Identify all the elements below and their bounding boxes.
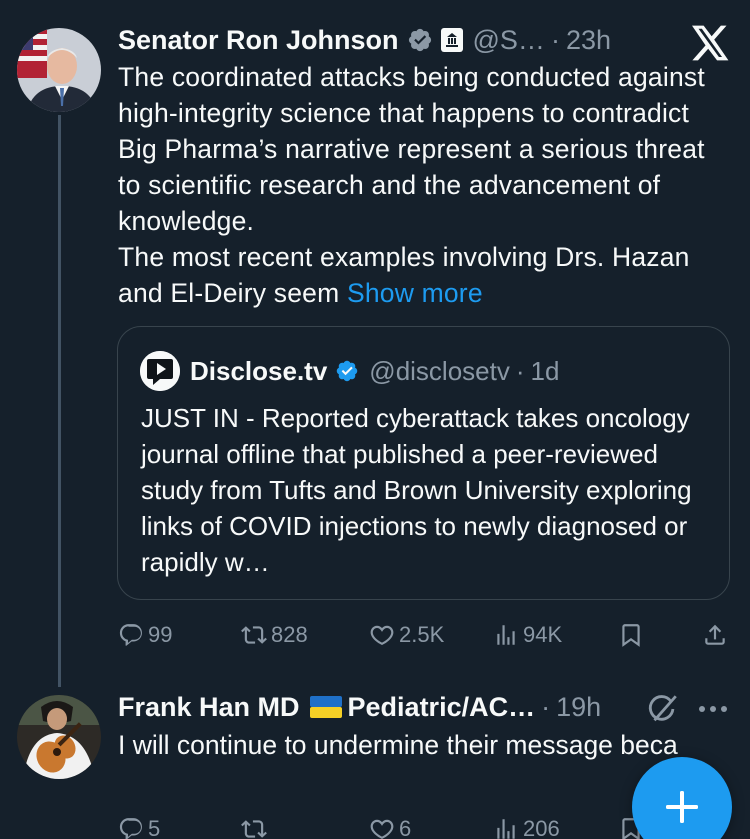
compose-plus-icon: [666, 791, 698, 823]
reply-button[interactable]: 99: [118, 615, 172, 655]
views-icon: [497, 625, 515, 645]
repost-icon: [241, 626, 267, 644]
quoted-post-timestamp[interactable]: 1d: [531, 356, 560, 387]
time-separator: ·: [541, 691, 551, 722]
reply-icon: [119, 818, 142, 839]
x-logo-icon[interactable]: [692, 25, 730, 61]
views-button[interactable]: 206: [493, 809, 560, 839]
quoted-post-text: JUST IN - Reported cyberattack takes onc…: [141, 403, 692, 577]
verified-badge-icon: [337, 360, 358, 382]
views-count: 94K: [523, 622, 563, 647]
share-button[interactable]: [702, 615, 732, 655]
post-body: The coordinated attacks being conducted …: [118, 59, 728, 311]
post-header: Senator Ron Johnson @S… · 23h: [118, 20, 611, 60]
reply-header: Frank Han MD Pediatric/AC… · 19h: [118, 687, 601, 727]
reply-timestamp[interactable]: 19h: [556, 692, 601, 723]
reply-author-name[interactable]: Frank Han MD: [118, 692, 300, 723]
bookmark-icon: [622, 624, 640, 647]
like-button[interactable]: 2.5K: [369, 615, 444, 655]
like-icon: [370, 819, 394, 839]
reply-count: 5: [148, 816, 161, 839]
views-button[interactable]: 94K: [493, 615, 562, 655]
author-avatar[interactable]: [17, 28, 101, 112]
like-button[interactable]: 6: [369, 809, 411, 839]
like-icon: [370, 625, 394, 645]
government-badge-icon: [440, 28, 463, 52]
time-separator: ·: [550, 24, 560, 55]
bookmark-button[interactable]: [618, 615, 648, 655]
show-more-link[interactable]: Show more: [347, 278, 483, 308]
quoted-author-handle[interactable]: @disclosetv: [369, 356, 510, 387]
compose-button[interactable]: [632, 757, 732, 839]
verified-badge-icon: [408, 28, 431, 52]
post-timestamp[interactable]: 23h: [566, 25, 611, 56]
time-separator: ·: [515, 355, 525, 386]
reply-author-avatar[interactable]: [17, 695, 101, 779]
repost-icon: [241, 820, 267, 838]
views-count: 206: [523, 816, 560, 839]
ukraine-flag-icon: [309, 696, 342, 718]
like-count: 2.5K: [399, 622, 445, 647]
quoted-author-name[interactable]: Disclose.tv: [190, 356, 327, 387]
like-count: 6: [399, 816, 412, 839]
share-icon: [705, 624, 725, 645]
reply-count: 99: [148, 622, 173, 647]
post-text-paragraph-2: The most recent examples involving Drs. …: [118, 239, 728, 311]
grok-icon[interactable]: [646, 692, 680, 726]
author-handle[interactable]: @S…: [473, 25, 545, 56]
reply-icon: [119, 624, 142, 646]
quoted-post-card[interactable]: Disclose.tv @disclosetv · 1d JUST IN - R…: [117, 326, 730, 600]
repost-button[interactable]: 828: [241, 615, 308, 655]
reply-button[interactable]: 5: [118, 809, 160, 839]
timeline-screen: Senator Ron Johnson @S… · 23h The coordi…: [0, 0, 750, 839]
reply-body: I will continue to undermine their messa…: [118, 730, 678, 760]
repost-count: 828: [271, 622, 308, 647]
reply-author-name-suffix[interactable]: Pediatric/AC…: [348, 692, 536, 723]
author-name[interactable]: Senator Ron Johnson: [118, 25, 399, 56]
post-text-paragraph: The coordinated attacks being conducted …: [118, 62, 705, 236]
more-icon[interactable]: [696, 700, 730, 718]
quoted-author-avatar[interactable]: [140, 351, 180, 391]
post-action-bar: 99 828 2.5K 94K: [118, 615, 730, 655]
repost-button[interactable]: [241, 809, 271, 839]
thread-connector-line: [58, 115, 61, 687]
views-icon: [497, 819, 515, 839]
quoted-post-header: Disclose.tv @disclosetv · 1d: [140, 351, 559, 391]
disclose-logo-icon: [140, 351, 180, 391]
